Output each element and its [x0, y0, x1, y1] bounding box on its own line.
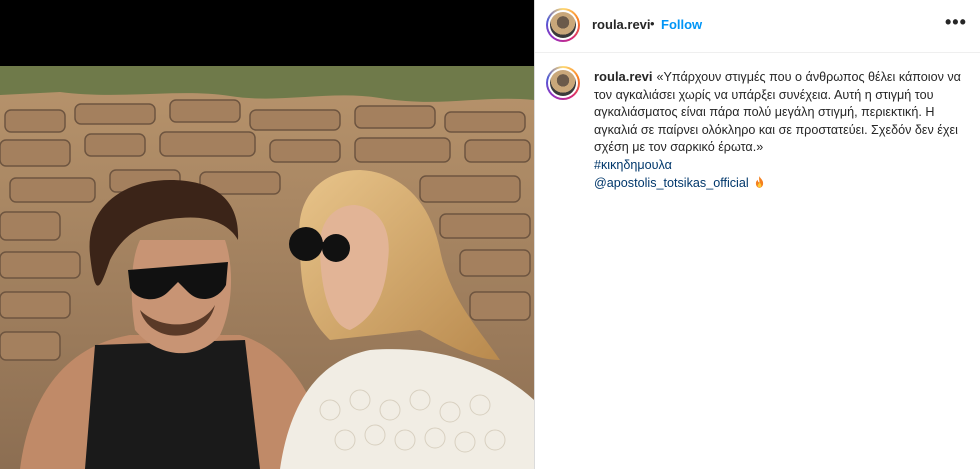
avatar-image: [550, 70, 576, 96]
mention-line: @apostolis_totsikas_official: [594, 176, 764, 190]
hashtag-link[interactable]: #κικηδημουλα: [594, 157, 964, 175]
avatar[interactable]: [546, 8, 580, 42]
mention-link[interactable]: @apostolis_totsikas_official: [594, 176, 749, 190]
caption-username-link[interactable]: roula.revi: [594, 69, 653, 84]
photo-image: [0, 0, 534, 469]
avatar-image: [550, 12, 576, 38]
username-link[interactable]: roula.revi: [592, 17, 651, 32]
more-options-icon[interactable]: •••: [945, 12, 967, 33]
post-header: roula.revi • Follow •••: [535, 0, 980, 53]
caption-body: roula.revi «Υπάρχουν στιγμές που ο άνθρωπ…: [594, 68, 964, 192]
post-photo[interactable]: [0, 0, 534, 469]
post-sidebar: roula.revi • Follow ••• roula.revi «Υπάρχ…: [534, 0, 980, 469]
fire-emoji-icon: [755, 175, 763, 188]
separator-dot: •: [650, 16, 655, 31]
caption-avatar[interactable]: [546, 66, 580, 100]
follow-button[interactable]: Follow: [661, 17, 702, 32]
